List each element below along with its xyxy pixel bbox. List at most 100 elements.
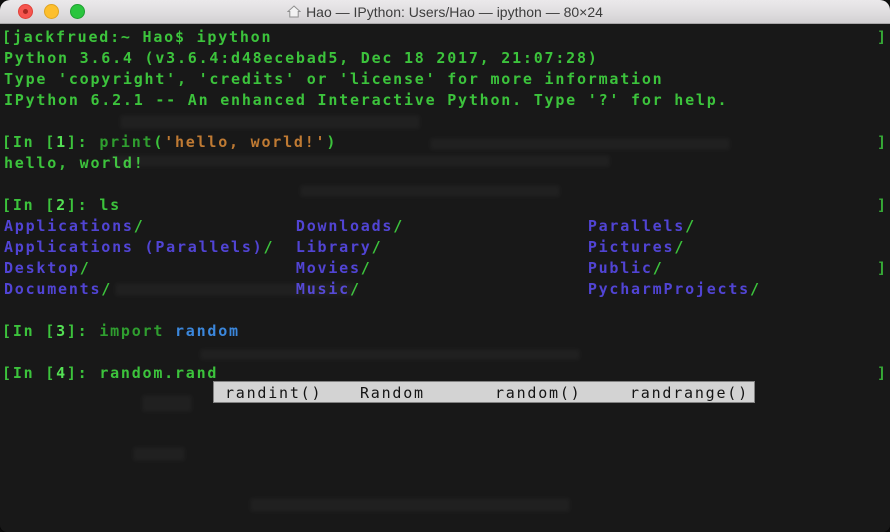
terminal-text: Library xyxy=(296,238,372,256)
minimize-button[interactable] xyxy=(44,4,59,19)
terminal-line xyxy=(4,300,890,321)
completion-item[interactable]: random() xyxy=(484,382,619,402)
completion-item[interactable]: randrange() xyxy=(619,382,754,402)
terminal-text xyxy=(145,217,296,235)
zoom-button[interactable] xyxy=(70,4,85,19)
window-controls xyxy=(18,0,85,23)
terminal-line xyxy=(4,111,890,132)
completion-item[interactable]: randint() xyxy=(214,382,349,402)
terminal-text: In [ xyxy=(13,133,56,151)
terminal-text: Type 'copyright', 'credits' or 'license'… xyxy=(4,70,663,88)
terminal-text: In [ xyxy=(13,364,56,382)
terminal-text: 'hello, world!' xyxy=(164,133,326,151)
terminal-text: [ xyxy=(2,321,13,342)
terminal-text: Music xyxy=(296,280,350,298)
terminal-text: / xyxy=(134,217,145,235)
terminal-text: / xyxy=(80,259,91,277)
terminal-text: / xyxy=(674,238,685,256)
terminal-text: 4 xyxy=(56,364,67,382)
terminal-text: Documents xyxy=(4,280,101,298)
window-title: Hao — IPython: Users/Hao — ipython — 80×… xyxy=(306,4,603,20)
terminal-line: IPython 6.2.1 -- An enhanced Interactive… xyxy=(4,90,890,111)
terminal-text: / xyxy=(653,259,664,277)
completion-popup[interactable]: randint()Randomrandom()randrange() xyxy=(213,381,755,403)
terminal-text: import xyxy=(99,322,175,340)
terminal-line: [In [2]: ls xyxy=(4,195,890,216)
terminal-text: / xyxy=(361,259,372,277)
terminal-text: [ xyxy=(2,363,13,384)
terminal-text: Python 3.6.4 (v3.6.4:d48ecebad5, Dec 18 … xyxy=(4,49,599,67)
terminal-text: Applications (Parallels) xyxy=(4,238,263,256)
unsaved-dot-icon xyxy=(23,9,28,14)
close-button[interactable] xyxy=(18,4,33,19)
titlebar[interactable]: Hao — IPython: Users/Hao — ipython — 80×… xyxy=(0,0,890,24)
terminal-text: [ xyxy=(2,132,13,153)
terminal-text: Applications xyxy=(4,217,134,235)
edge-bracket-mark: ] xyxy=(877,132,890,153)
terminal-text xyxy=(382,238,587,256)
ghost-artifact xyxy=(133,447,185,461)
terminal-window: Hao — IPython: Users/Hao — ipython — 80×… xyxy=(0,0,890,532)
terminal-line xyxy=(4,342,890,363)
terminal-text xyxy=(372,259,588,277)
terminal-text: / xyxy=(393,217,404,235)
terminal-screen[interactable]: [jackfrued:~ Hao$ ipythonPython 3.6.4 (v… xyxy=(0,24,890,532)
home-folder-icon xyxy=(287,5,301,18)
terminal-text: [ xyxy=(2,27,13,48)
edge-bracket-mark: ] xyxy=(877,195,890,216)
terminal-text: random xyxy=(175,322,240,340)
terminal-text: 2 xyxy=(56,196,67,214)
terminal-text: IPython 6.2.1 -- An enhanced Interactive… xyxy=(4,91,728,109)
terminal-text: Desktop xyxy=(4,259,80,277)
terminal-text xyxy=(112,280,296,298)
terminal-text xyxy=(361,280,588,298)
terminal-text: print xyxy=(99,133,153,151)
terminal-text: In [ xyxy=(13,322,56,340)
terminal-text: Pictures xyxy=(588,238,675,256)
terminal-text: [ xyxy=(2,195,13,216)
terminal-line: Python 3.6.4 (v3.6.4:d48ecebad5, Dec 18 … xyxy=(4,48,890,69)
terminal-text: / xyxy=(750,280,761,298)
terminal-text: Downloads xyxy=(296,217,393,235)
terminal-line: [In [3]: import random xyxy=(4,321,890,342)
terminal-line: Applications (Parallels)/ Library/ Pictu… xyxy=(4,237,890,258)
terminal-text: / xyxy=(372,238,383,256)
terminal-line xyxy=(4,174,890,195)
terminal-text: random.rand xyxy=(99,364,218,382)
terminal-text: / xyxy=(101,280,112,298)
terminal-line: Type 'copyright', 'credits' or 'license'… xyxy=(4,69,890,90)
terminal-text: jackfrued:~ Hao$ ipython xyxy=(13,28,272,46)
ghost-artifact xyxy=(250,498,570,512)
terminal-text xyxy=(91,259,296,277)
terminal-text: / xyxy=(263,238,274,256)
edge-bracket-mark: ] xyxy=(877,27,890,48)
terminal-text: Parallels xyxy=(588,217,685,235)
terminal-text: ]: xyxy=(67,196,99,214)
terminal-line: Desktop/ Movies/ Public/ xyxy=(4,258,890,279)
completion-item[interactable]: Random xyxy=(349,382,484,402)
terminal-output: [jackfrued:~ Hao$ ipythonPython 3.6.4 (v… xyxy=(4,27,890,384)
terminal-text: In [ xyxy=(13,196,56,214)
terminal-text: ls xyxy=(99,196,121,214)
terminal-line: Applications/ Downloads/ Parallels/ xyxy=(4,216,890,237)
terminal-line: Documents/ Music/ PycharmProjects/ xyxy=(4,279,890,300)
terminal-text: Public xyxy=(588,259,653,277)
edge-bracket-mark: ] xyxy=(877,258,890,279)
terminal-text: / xyxy=(350,280,361,298)
terminal-text: Movies xyxy=(296,259,361,277)
terminal-text: 1 xyxy=(56,133,67,151)
terminal-text: ( xyxy=(153,133,164,151)
terminal-line: [In [1]: print('hello, world!') xyxy=(4,132,890,153)
terminal-text: ]: xyxy=(67,133,99,151)
edge-bracket-mark: ] xyxy=(877,363,890,384)
terminal-text xyxy=(404,217,588,235)
terminal-text: ]: xyxy=(67,364,99,382)
terminal-text: ) xyxy=(326,133,337,151)
terminal-text: ]: xyxy=(67,322,99,340)
terminal-line: [jackfrued:~ Hao$ ipython xyxy=(4,27,890,48)
terminal-text xyxy=(274,238,296,256)
terminal-text: PycharmProjects xyxy=(588,280,750,298)
title-group: Hao — IPython: Users/Hao — ipython — 80×… xyxy=(287,4,603,20)
terminal-text: 3 xyxy=(56,322,67,340)
terminal-text: hello, world! xyxy=(4,154,145,172)
